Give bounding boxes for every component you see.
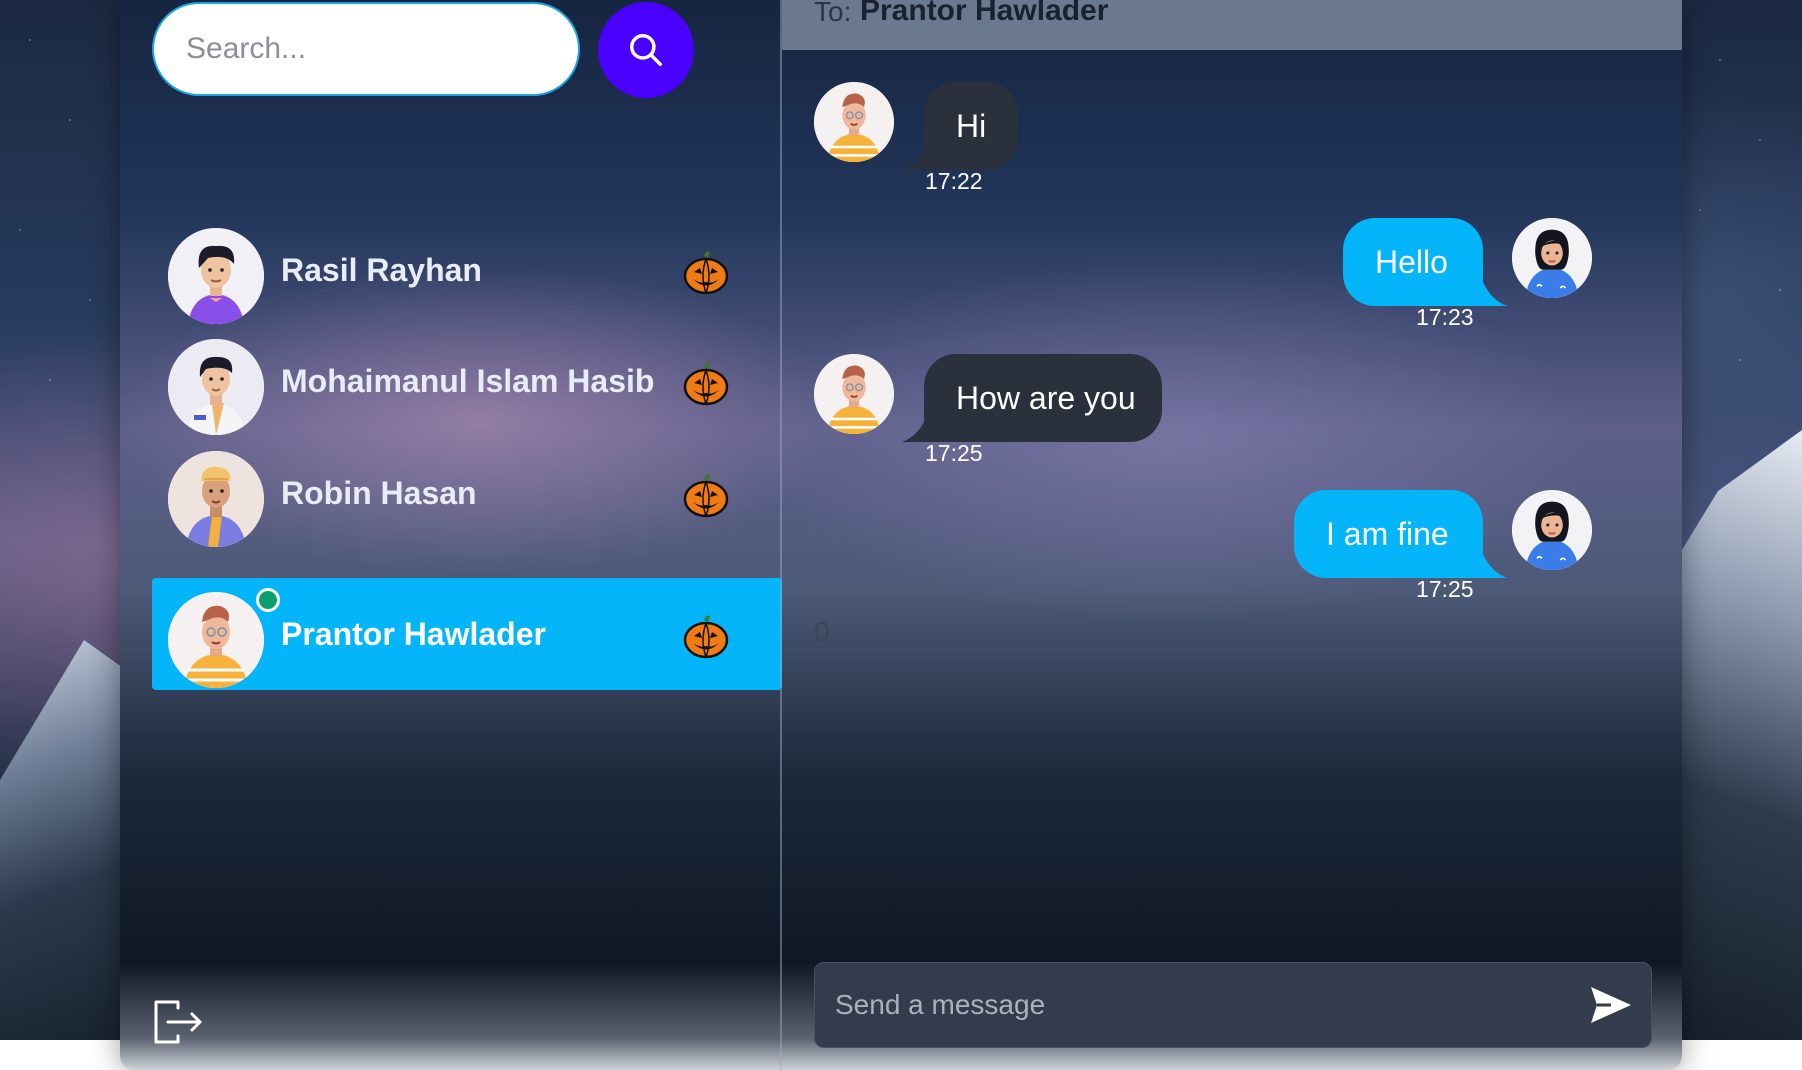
message-time: 17:23 (1416, 304, 1474, 330)
pumpkin-icon (683, 615, 729, 659)
chat-app: Rasil Rayhan (120, 0, 1682, 1070)
contact-avatar (814, 82, 894, 162)
search-input[interactable] (152, 2, 580, 96)
avatar (168, 592, 264, 688)
typing-indicator: 0 (814, 616, 830, 647)
contact-name: Robin Hasan (281, 475, 477, 511)
contact-item-robin-hasan[interactable]: Robin Hasan (152, 437, 782, 549)
send-button[interactable] (1585, 979, 1637, 1031)
message-bubble: I am fine (1294, 490, 1483, 578)
logout-icon[interactable] (152, 998, 204, 1046)
message-time: 17:22 (925, 168, 983, 194)
message-bubble: How are you (924, 354, 1162, 442)
message-bubble: Hi (924, 82, 1018, 170)
search-icon (630, 34, 662, 66)
contact-item-mohaimanul-islam-hasib[interactable]: Mohaimanul Islam Hasib (152, 325, 782, 437)
contact-item-prantor-hawlader[interactable]: Prantor Hawlader (152, 578, 782, 690)
message-time: 17:25 (1416, 576, 1474, 602)
avatar (168, 228, 264, 324)
send-icon (1591, 987, 1631, 1023)
contact-item-rasil-rayhan[interactable]: Rasil Rayhan (152, 214, 782, 326)
to-label: To: (814, 0, 852, 27)
bubble-tail (902, 418, 926, 442)
contact-name: Prantor Hawlader (281, 616, 546, 652)
online-status-indicator (256, 588, 280, 612)
user-avatar (1512, 218, 1592, 298)
message-input[interactable] (815, 963, 1555, 1047)
message-time: 17:25 (925, 440, 983, 466)
contact-name: Mohaimanul Islam Hasib (281, 363, 655, 399)
message-composer (814, 962, 1652, 1048)
avatar (168, 339, 264, 435)
bubble-tail (1483, 282, 1507, 306)
bubble-tail (902, 146, 926, 170)
user-avatar (1512, 490, 1592, 570)
contact-name: Rasil Rayhan (281, 252, 482, 288)
contact-avatar (814, 354, 894, 434)
search-button[interactable] (598, 2, 694, 98)
panel-divider (780, 0, 782, 1070)
chat-header: To: Prantor Hawlader (782, 0, 1682, 50)
pumpkin-icon (683, 362, 729, 406)
recipient-name: Prantor Hawlader (860, 0, 1109, 27)
message-bubble: Hello (1343, 218, 1483, 306)
pumpkin-icon (683, 251, 729, 295)
pumpkin-icon (683, 474, 729, 518)
avatar (168, 451, 264, 547)
bubble-tail (1483, 554, 1507, 578)
